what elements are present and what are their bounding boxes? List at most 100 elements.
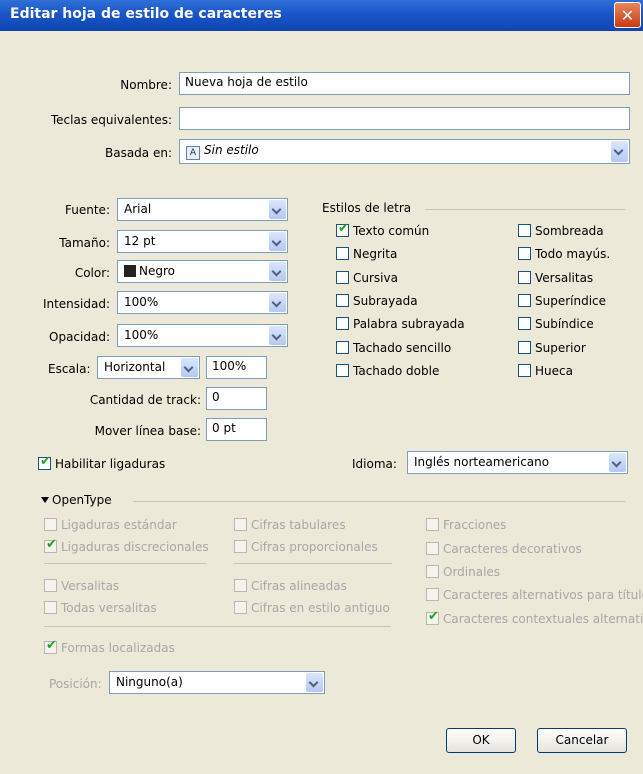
ot-divider-bottom bbox=[44, 626, 391, 627]
color-label: Color: bbox=[74, 266, 110, 280]
style-left-4-label: Palabra subrayada bbox=[353, 317, 465, 332]
ot-col1-3-checkbox[interactable] bbox=[44, 601, 57, 614]
check-icon: ✔ bbox=[338, 221, 349, 236]
style-left-1-checkbox[interactable] bbox=[336, 247, 349, 261]
ot-col3-1-label: Caracteres decorativos bbox=[443, 542, 582, 556]
ot-col2-0-checkbox[interactable] bbox=[234, 518, 247, 531]
style-right-0-checkbox[interactable] bbox=[518, 224, 531, 237]
ot-col1-1-label: Ligaduras discrecionales bbox=[61, 540, 209, 554]
chevron-down-icon[interactable] bbox=[269, 232, 286, 251]
style-right-0-label: Sombreada bbox=[535, 224, 604, 238]
ligatures-checkbox[interactable]: ✔ bbox=[38, 455, 51, 470]
ot-col1-0-checkbox[interactable] bbox=[44, 518, 57, 531]
language-dropdown[interactable]: Inglés norteamericano bbox=[407, 451, 628, 474]
style-left-5-label: Tachado sencillo bbox=[353, 340, 452, 355]
ot-col3-2-label: Ordinales bbox=[443, 565, 501, 579]
style-right-3-checkbox[interactable] bbox=[518, 293, 531, 307]
style-left-0-label: Texto común bbox=[353, 224, 430, 238]
ligatures-label: Habilitar ligaduras bbox=[55, 457, 166, 471]
ot-col3-0-label: Fracciones bbox=[443, 518, 507, 532]
ot-col3-3-checkbox[interactable] bbox=[426, 588, 439, 601]
color-value: Negro bbox=[139, 264, 175, 278]
ot-col1-2-label: Versalitas bbox=[61, 579, 120, 593]
style-left-4-checkbox[interactable] bbox=[336, 317, 349, 331]
size-dropdown[interactable]: 12 pt bbox=[117, 230, 288, 253]
style-right-1-label: Todo mayús. bbox=[535, 247, 611, 262]
ot-col1-divider bbox=[44, 563, 206, 564]
ot-col1-2-checkbox[interactable] bbox=[44, 579, 57, 592]
scale-value: Horizontal bbox=[104, 360, 166, 374]
chevron-down-icon[interactable] bbox=[269, 262, 286, 281]
ot-col2-2-checkbox[interactable] bbox=[234, 579, 247, 592]
ot-col1-3-label: Todas versalitas bbox=[61, 601, 157, 615]
based-on-label: Basada en: bbox=[104, 146, 172, 160]
style-left-5-checkbox[interactable] bbox=[336, 340, 349, 354]
close-button[interactable]: ✕ bbox=[614, 2, 641, 28]
chevron-down-icon[interactable] bbox=[611, 141, 628, 162]
baseline-field[interactable]: 0 pt bbox=[206, 418, 267, 441]
ot-col1-0-label: Ligaduras estándar bbox=[61, 518, 177, 532]
disclosure-triangle-icon bbox=[41, 497, 49, 503]
style-right-2-checkbox[interactable] bbox=[518, 270, 531, 284]
position-label: Posición: bbox=[49, 677, 102, 691]
ot-col2-divider bbox=[234, 563, 392, 564]
check-icon: ✔ bbox=[46, 638, 57, 653]
keys-label: Teclas equivalentes: bbox=[50, 113, 172, 127]
chevron-down-icon[interactable] bbox=[181, 358, 198, 377]
style-right-1-checkbox[interactable] bbox=[518, 247, 531, 261]
chevron-down-icon[interactable] bbox=[269, 326, 286, 345]
opacity-dropdown[interactable]: 100% bbox=[117, 324, 288, 347]
opentype-heading[interactable]: OpenType bbox=[41, 493, 112, 507]
styles-heading: Estilos de letra bbox=[322, 201, 412, 215]
ot-col3-1-checkbox[interactable] bbox=[426, 542, 439, 555]
style-left-2-label: Cursiva bbox=[353, 270, 398, 285]
ot-col2-0-label: Cifras tabulares bbox=[251, 518, 346, 532]
style-left-3-label: Subrayada bbox=[353, 293, 418, 308]
cancel-button[interactable]: Cancelar bbox=[537, 728, 627, 753]
style-left-6-label: Tachado doble bbox=[353, 363, 440, 378]
style-right-4-checkbox[interactable] bbox=[518, 317, 531, 331]
font-dropdown[interactable]: Arial bbox=[117, 198, 288, 221]
scale-dropdown[interactable]: Horizontal bbox=[97, 356, 200, 379]
track-field[interactable]: 0 bbox=[206, 387, 267, 410]
chevron-down-icon[interactable] bbox=[609, 453, 626, 472]
ot-col3-4-checkbox[interactable]: ✔ bbox=[426, 610, 439, 625]
style-left-2-checkbox[interactable] bbox=[336, 270, 349, 284]
ot-col3-0-checkbox[interactable] bbox=[426, 518, 439, 531]
color-dropdown[interactable]: Negro bbox=[117, 260, 288, 283]
style-left-6-checkbox[interactable] bbox=[336, 363, 349, 377]
based-on-value: Sin estilo bbox=[204, 143, 259, 157]
ot-col3-2-checkbox[interactable] bbox=[426, 565, 439, 578]
style-right-6-checkbox[interactable] bbox=[518, 363, 531, 377]
check-icon: ✔ bbox=[46, 537, 57, 552]
ot-col2-1-checkbox[interactable] bbox=[234, 540, 247, 553]
scale-percent-field[interactable]: 100% bbox=[206, 356, 267, 379]
window-title: Editar hoja de estilo de caracteres bbox=[10, 6, 282, 22]
size-value: 12 pt bbox=[124, 234, 156, 248]
position-dropdown[interactable]: Ninguno(a) bbox=[109, 671, 325, 694]
chevron-down-icon[interactable] bbox=[306, 673, 323, 692]
ot-col1-1-checkbox[interactable]: ✔ bbox=[44, 537, 57, 553]
style-left-3-checkbox[interactable] bbox=[336, 293, 349, 307]
ot-col2-3-checkbox[interactable] bbox=[234, 601, 247, 614]
font-label: Fuente: bbox=[65, 203, 110, 217]
opentype-divider bbox=[133, 501, 625, 502]
position-value: Ninguno(a) bbox=[116, 675, 183, 689]
name-field[interactable]: Nueva hoja de estilo bbox=[179, 72, 630, 95]
track-label: Cantidad de track: bbox=[89, 393, 201, 407]
chevron-down-icon[interactable] bbox=[269, 200, 286, 219]
styles-divider bbox=[425, 209, 625, 210]
intensity-dropdown[interactable]: 100% bbox=[117, 291, 288, 314]
ot-col3-3-label: Caracteres alternativos para títulos bbox=[443, 588, 643, 602]
language-value: Inglés norteamericano bbox=[414, 455, 550, 469]
style-right-3-label: Superíndice bbox=[535, 293, 607, 308]
localized-forms-checkbox[interactable]: ✔ bbox=[44, 638, 57, 654]
ok-button[interactable]: OK bbox=[446, 728, 516, 753]
keys-field[interactable] bbox=[179, 107, 630, 130]
style-right-5-checkbox[interactable] bbox=[518, 340, 531, 354]
style-left-0-checkbox[interactable]: ✔ bbox=[336, 221, 349, 237]
based-on-dropdown[interactable]: A Sin estilo bbox=[179, 139, 630, 164]
chevron-down-icon[interactable] bbox=[269, 293, 286, 312]
opentype-heading-label: OpenType bbox=[52, 493, 112, 507]
name-label: Nombre: bbox=[120, 78, 172, 92]
